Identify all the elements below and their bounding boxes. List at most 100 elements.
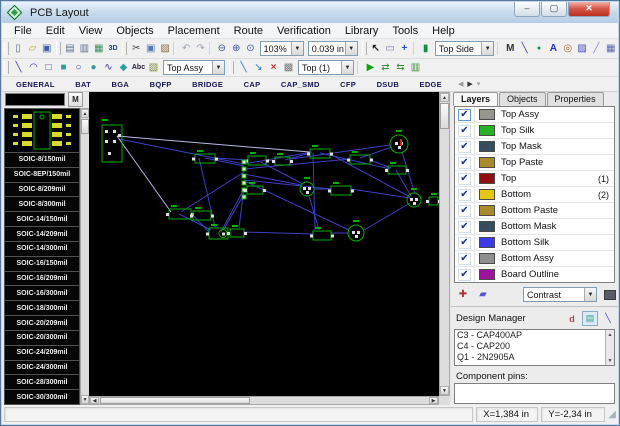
new-icon[interactable]: ▯ [11, 41, 25, 57]
route-layer-select[interactable]: Top (1) ▼ [298, 60, 354, 75]
place-component-icon[interactable]: ▮ [418, 41, 432, 57]
scroll-up-icon[interactable]: ▲ [606, 330, 614, 339]
pcb-canvas[interactable] [89, 92, 441, 396]
zoom-window-icon[interactable]: ⊕ [229, 41, 243, 57]
library-pattern-item[interactable]: SOIC-18/300mil [4, 300, 80, 317]
copper-pour-icon[interactable]: ▨ [575, 41, 589, 57]
layer-color-swatch[interactable] [479, 205, 495, 216]
minimize-button[interactable]: – [514, 2, 540, 17]
scroll-right-icon[interactable]: ▶ [429, 397, 438, 404]
panel-tab-layers[interactable]: Layers [453, 92, 499, 106]
draw-rect-icon[interactable]: □ [41, 60, 56, 76]
route-setup-icon[interactable]: ▩ [281, 60, 296, 76]
draw-arc-icon[interactable]: ◠ [26, 60, 41, 76]
layer-color-swatch[interactable] [479, 253, 495, 264]
library-pattern-item[interactable]: SOIC-8/150mil [4, 152, 80, 168]
title-bar[interactable]: PCB Layout – ▢ ✕ [2, 2, 618, 23]
place-via-icon[interactable]: ● [532, 41, 546, 57]
resize-grip[interactable]: ◢ [608, 409, 616, 420]
redo-icon[interactable]: ↷ [193, 41, 207, 57]
edit-layer-button[interactable]: ▰ [475, 287, 491, 302]
close-button[interactable]: ✕ [568, 2, 610, 17]
menu-help[interactable]: Help [425, 25, 462, 37]
titles-icon[interactable]: ▦ [92, 41, 106, 57]
copy-icon[interactable]: ▣ [144, 41, 158, 57]
draw-polyline-icon[interactable]: ∿ [101, 60, 116, 76]
delete-net-icon[interactable]: ⇆ [393, 60, 408, 76]
layer-row[interactable]: ✔ Bottom Assy [455, 251, 614, 267]
unroute-icon[interactable]: × [266, 60, 281, 76]
view-3d-icon[interactable]: 3D [106, 41, 120, 57]
library-pattern-item[interactable]: SOIC-24/300mil [4, 359, 80, 376]
layer-row[interactable]: ✔ Bottom Paste [455, 203, 614, 219]
dropdown-arrow-icon[interactable]: ▼ [212, 61, 224, 74]
zoom-out-icon[interactable]: ⊖ [215, 41, 229, 57]
open-icon[interactable]: ▱ [25, 41, 39, 57]
maximize-button[interactable]: ▢ [541, 2, 567, 17]
layer-row[interactable]: ✔ Top Mask [455, 139, 614, 155]
library-pattern-item[interactable]: SOIC-14/209mil [4, 226, 80, 242]
layer-visibility-checkbox[interactable]: ✔ [458, 140, 471, 153]
print-preview-icon[interactable]: ▥ [77, 41, 91, 57]
hide-manager-button[interactable]: d [564, 311, 580, 326]
scroll-up-icon[interactable]: ▲ [81, 109, 89, 118]
pattern-tab-general[interactable]: GENERAL [16, 80, 55, 89]
find-component-icon[interactable]: M [503, 41, 517, 57]
layer-visibility-checkbox[interactable]: ✔ [458, 156, 471, 169]
pattern-tab-bridge[interactable]: BRIDGE [192, 80, 223, 89]
menu-placement[interactable]: Placement [161, 25, 227, 37]
pattern-tab-bqfp[interactable]: BQFP [150, 80, 172, 89]
menu-tools[interactable]: Tools [385, 25, 425, 37]
layer-setup-icon[interactable] [604, 289, 616, 300]
layer-row[interactable]: ✔ Board Outline [455, 267, 614, 282]
contrast-select[interactable]: Contrast ▼ [523, 287, 597, 302]
tab-scroll-right-icon[interactable]: ▶ [467, 80, 472, 88]
scrollbar-thumb[interactable] [100, 397, 250, 404]
panel-tab-properties[interactable]: Properties [546, 92, 604, 106]
menu-edit[interactable]: Edit [39, 25, 72, 37]
layer-row[interactable]: ✔ Top (1) [455, 171, 614, 187]
pattern-find-button[interactable]: M [68, 92, 83, 107]
scroll-down-icon[interactable]: ▼ [440, 386, 449, 395]
component-pins-list[interactable] [454, 383, 615, 404]
place-line-icon[interactable]: ╲ [517, 41, 531, 57]
layer-visibility-checkbox[interactable]: ✔ [458, 188, 471, 201]
undo-icon[interactable]: ↶ [179, 41, 193, 57]
layer-color-swatch[interactable] [479, 109, 495, 120]
library-pattern-item[interactable]: SOIC-24/209mil [4, 344, 80, 361]
layer-visibility-checkbox[interactable]: ✔ [458, 236, 471, 249]
menu-view[interactable]: View [72, 25, 110, 37]
library-pattern-item[interactable]: SOIC-20/300mil [4, 329, 80, 346]
ratline-icon[interactable]: ╱ [589, 41, 603, 57]
design-component-item[interactable]: C4 - CAP200 [455, 341, 614, 352]
library-pattern-item[interactable]: SOIC-16/300mil [4, 285, 80, 302]
paste-icon[interactable]: ▧ [158, 41, 172, 57]
grid-toggle-icon[interactable]: ▦ [604, 41, 618, 57]
layer-color-swatch[interactable] [479, 157, 495, 168]
cut-icon[interactable]: ✂ [129, 41, 143, 57]
design-list-scrollbar[interactable]: ▲ ▼ [605, 330, 614, 365]
library-pattern-item[interactable]: SOIC-20/209mil [4, 315, 80, 331]
tab-menu-icon[interactable]: ▾ [477, 80, 481, 88]
pattern-tab-bga[interactable]: BGA [112, 80, 130, 89]
dropdown-arrow-icon[interactable]: ▼ [481, 42, 494, 55]
draw-filled-polygon-icon[interactable]: ◆ [116, 60, 131, 76]
update-nets-icon[interactable]: ⇄ [378, 60, 393, 76]
pointer-icon[interactable]: ↖ [369, 41, 383, 57]
board-side-select[interactable]: Top Side ▼ [434, 41, 495, 56]
layer-color-swatch[interactable] [479, 221, 495, 232]
layer-color-swatch[interactable] [479, 125, 495, 136]
draw-layer-select[interactable]: Top Assy ▼ [163, 60, 225, 75]
nets-view-button[interactable]: ╲ [600, 311, 616, 326]
layer-row[interactable]: ✔ Bottom (2) [455, 187, 614, 203]
scroll-up-icon[interactable]: ▲ [440, 93, 449, 102]
save-icon[interactable]: ▣ [40, 41, 54, 57]
layer-visibility-checkbox[interactable]: ✔ [458, 252, 471, 265]
layer-color-swatch[interactable] [479, 189, 495, 200]
layer-color-swatch[interactable] [479, 269, 495, 280]
draw-filled-ellipse-icon[interactable]: ● [86, 60, 101, 76]
pattern-tab-cap[interactable]: CAP [244, 80, 261, 89]
scroll-left-icon[interactable]: ◀ [90, 397, 99, 404]
scrollbar-thumb[interactable] [440, 103, 449, 129]
route-manual-icon[interactable]: ╲ [236, 60, 251, 76]
